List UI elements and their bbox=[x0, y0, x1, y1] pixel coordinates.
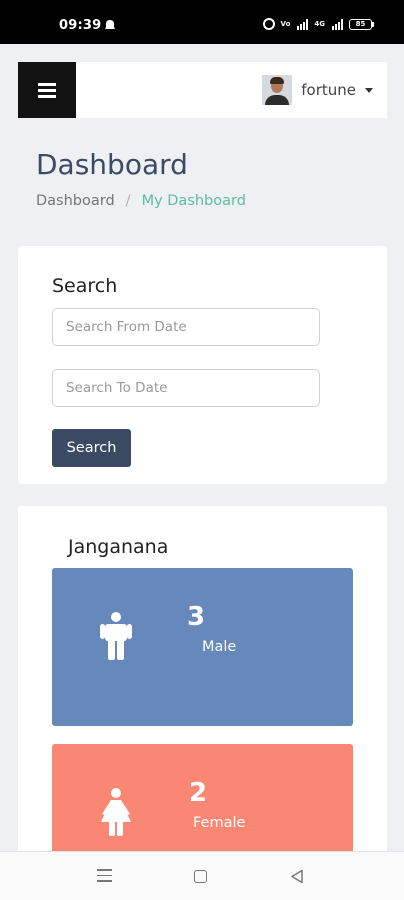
male-stat-box[interactable]: 3 Male bbox=[52, 568, 353, 726]
male-count: 3 bbox=[187, 602, 206, 632]
notification-icon bbox=[105, 20, 115, 29]
breadcrumb-separator: / bbox=[125, 193, 131, 209]
home-square-icon[interactable] bbox=[194, 870, 207, 883]
breadcrumb-current: My Dashboard bbox=[141, 193, 246, 209]
search-button[interactable]: Search bbox=[52, 429, 131, 467]
username: fortune bbox=[301, 81, 356, 99]
signal-icon-2 bbox=[332, 18, 343, 30]
user-menu-dropdown[interactable]: fortune bbox=[262, 75, 373, 105]
male-icon bbox=[100, 612, 132, 660]
female-stat-box[interactable]: 2 Female bbox=[52, 744, 353, 866]
battery-level: 85 bbox=[349, 18, 372, 30]
page-title: Dashboard bbox=[36, 148, 188, 181]
system-navigation-bar bbox=[0, 851, 404, 900]
stats-heading: Janganana bbox=[68, 536, 169, 558]
alarm-icon bbox=[262, 18, 275, 30]
search-heading: Search bbox=[52, 275, 118, 297]
top-navbar: fortune bbox=[18, 62, 387, 118]
volte-label: Vo bbox=[280, 20, 291, 28]
avatar bbox=[262, 75, 293, 105]
caret-down-icon bbox=[365, 87, 373, 93]
recents-menu-icon[interactable] bbox=[97, 869, 112, 882]
janganana-card: Janganana 3 Male 2 Female bbox=[18, 506, 387, 866]
female-label: Female bbox=[193, 815, 246, 831]
breadcrumb: Dashboard / My Dashboard bbox=[36, 193, 246, 209]
search-card: Search Search bbox=[18, 246, 387, 484]
female-count: 2 bbox=[189, 778, 208, 808]
status-time: 09:39 bbox=[59, 18, 102, 33]
battery-icon: 85 bbox=[349, 18, 374, 30]
male-label: Male bbox=[202, 639, 237, 655]
search-from-date-input[interactable] bbox=[52, 308, 320, 346]
search-to-date-input[interactable] bbox=[52, 369, 320, 407]
hamburger-menu-button[interactable] bbox=[18, 62, 76, 118]
breadcrumb-root-link[interactable]: Dashboard bbox=[36, 193, 115, 209]
network-type-label: 4G bbox=[314, 20, 325, 28]
status-bar: 09:39 Vo 4G 85 bbox=[0, 0, 404, 44]
female-icon bbox=[101, 788, 131, 836]
status-icons: Vo 4G 85 bbox=[262, 18, 374, 30]
signal-icon bbox=[297, 18, 309, 30]
back-triangle-icon[interactable] bbox=[290, 869, 304, 884]
